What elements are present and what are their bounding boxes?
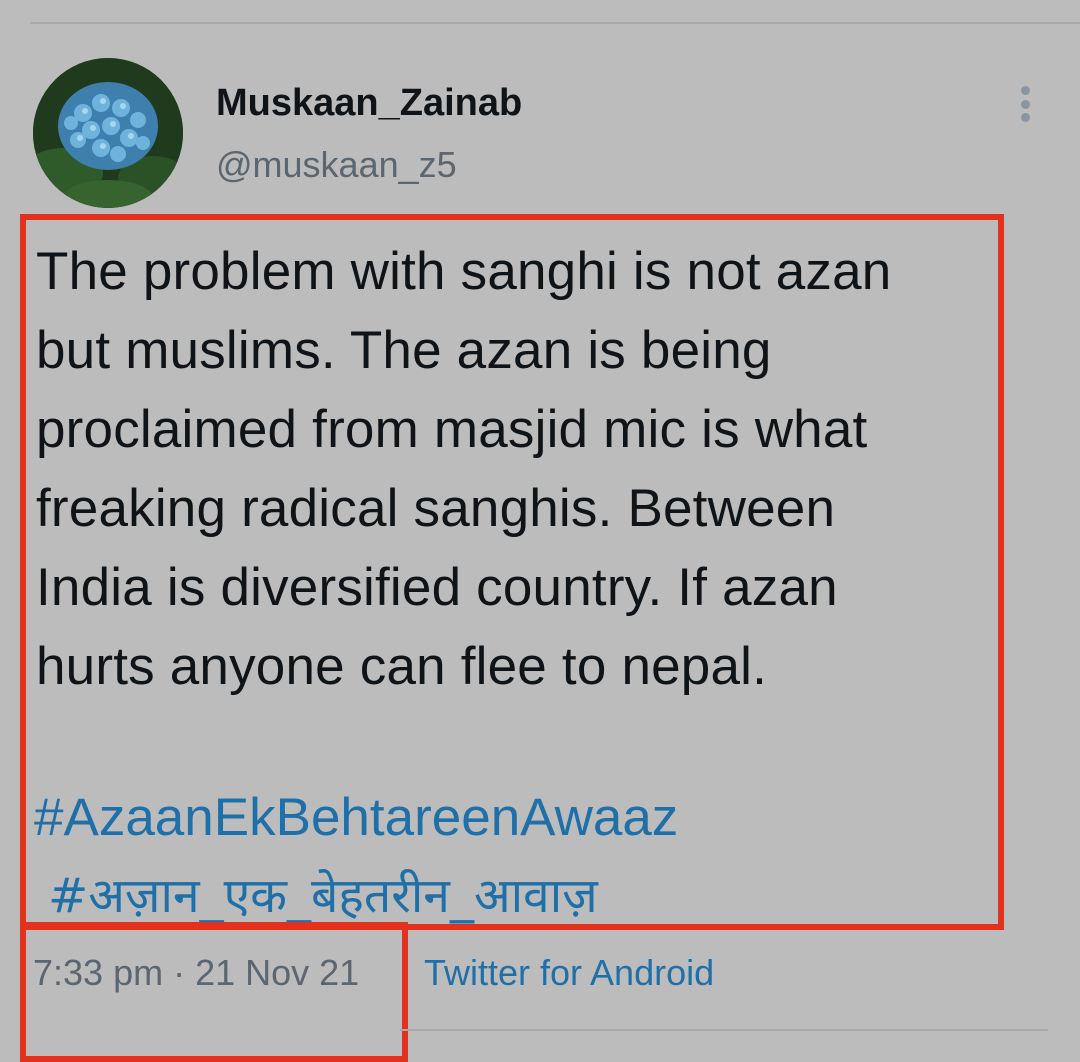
vertical-ellipsis-icon: [1020, 99, 1030, 109]
tweet-source-link[interactable]: Twitter for Android: [424, 952, 714, 994]
vertical-ellipsis-icon: [1020, 113, 1030, 122]
more-options-button[interactable]: [1010, 84, 1040, 124]
top-divider: [30, 22, 1080, 24]
vertical-ellipsis-icon: [1020, 86, 1030, 95]
highlight-box-tweet-text: [20, 214, 1004, 930]
avatar[interactable]: [33, 58, 183, 208]
user-handle[interactable]: @muskaan_z5: [216, 144, 457, 186]
bottom-divider: [400, 1029, 1048, 1031]
tweet-timestamp[interactable]: 7:33 pm · 21 Nov 21: [33, 952, 359, 994]
display-name[interactable]: Muskaan_Zainab: [216, 82, 522, 125]
avatar-image: [33, 58, 183, 208]
